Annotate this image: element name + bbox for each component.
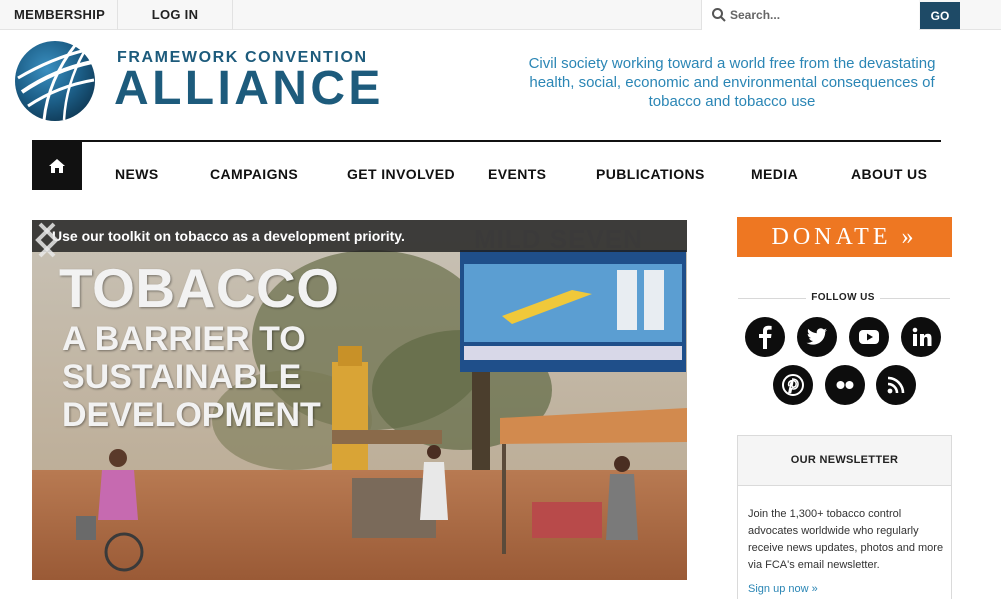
nav-media[interactable]: MEDIA: [751, 166, 798, 182]
slider-next-arrow-icon[interactable]: [32, 220, 62, 260]
search-box: [701, 0, 919, 30]
nav-events[interactable]: EVENTS: [488, 166, 546, 182]
search-go-button[interactable]: GO: [920, 2, 960, 29]
linkedin-icon[interactable]: [901, 317, 941, 357]
billboard-text: MILD SEVEN: [474, 224, 643, 254]
home-button[interactable]: [32, 142, 82, 190]
facebook-icon[interactable]: [745, 317, 785, 357]
nav-publications[interactable]: PUBLICATIONS: [596, 166, 705, 182]
flickr-icon[interactable]: [825, 365, 865, 405]
nav-news[interactable]: NEWS: [115, 166, 159, 182]
hero-title-line2: A BARRIER TO: [62, 320, 306, 358]
twitter-icon[interactable]: [797, 317, 837, 357]
page: MEMBERSHIP LOG IN GO FRAMEWORK CONVENTIO…: [0, 0, 1001, 599]
hero-title-line4: DEVELOPMENT: [62, 396, 321, 434]
hero-title-line1: TOBACCO: [59, 257, 340, 319]
nav-campaigns[interactable]: CAMPAIGNS: [210, 166, 298, 182]
hero-title-line3: SUSTAINABLE: [62, 358, 302, 396]
newsletter-description: Join the 1,300+ tobacco control advocate…: [748, 508, 944, 571]
pinterest-icon[interactable]: [773, 365, 813, 405]
youtube-icon[interactable]: [849, 317, 889, 357]
search-input[interactable]: [730, 5, 910, 25]
membership-link[interactable]: MEMBERSHIP: [0, 0, 118, 30]
follow-us-heading: FOLLOW US: [806, 292, 880, 303]
logo-title[interactable]: ALLIANCE: [114, 62, 384, 116]
donate-button[interactable]: DONATE »: [737, 217, 952, 257]
login-link[interactable]: LOG IN: [118, 0, 233, 30]
home-icon: [49, 159, 65, 173]
hero-caption[interactable]: Use our toolkit on tobacco as a developm…: [52, 228, 405, 244]
tagline: Civil society working toward a world fre…: [528, 55, 936, 110]
nav-get-involved[interactable]: GET INVOLVED: [347, 166, 455, 182]
top-bar: MEMBERSHIP LOG IN GO: [0, 0, 1001, 30]
newsletter-signup-link[interactable]: Sign up now »: [748, 583, 818, 595]
newsletter-title: OUR NEWSLETTER: [738, 436, 951, 486]
nav-about-us[interactable]: ABOUT US: [851, 166, 927, 182]
hero-slider[interactable]: Use our toolkit on tobacco as a developm…: [32, 220, 687, 580]
main-nav: NEWS CAMPAIGNS GET INVOLVED EVENTS PUBLI…: [32, 140, 941, 190]
search-icon: [712, 8, 726, 22]
newsletter-box: OUR NEWSLETTER Join the 1,300+ tobacco c…: [737, 435, 952, 599]
alliance-logo-icon[interactable]: [14, 40, 96, 122]
rss-icon[interactable]: [876, 365, 916, 405]
